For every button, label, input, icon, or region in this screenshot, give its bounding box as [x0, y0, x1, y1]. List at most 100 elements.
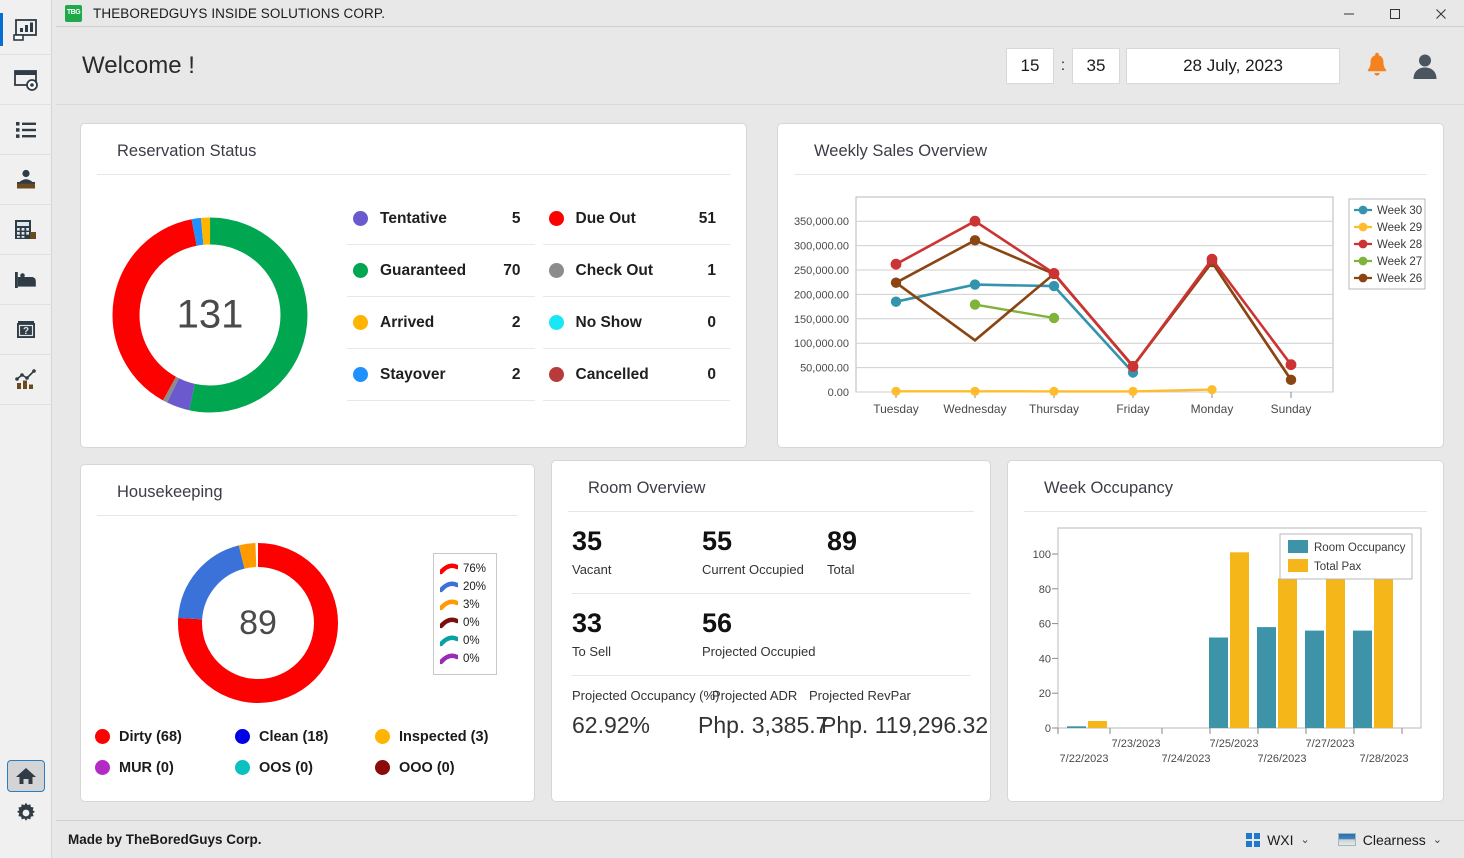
sidebar-bottom	[0, 760, 51, 858]
status-dot	[549, 263, 564, 278]
svg-text:?: ?	[23, 326, 29, 337]
sidebar-item-help[interactable]: ?	[0, 305, 52, 355]
home-button[interactable]	[7, 760, 45, 792]
bar-total-pax	[1088, 721, 1107, 728]
footer-label-projected-revpar: Projected RevPar	[809, 688, 911, 703]
hk-status-oos[interactable]: OOS (0)	[235, 752, 375, 783]
svg-text:7/27/2023: 7/27/2023	[1306, 738, 1355, 750]
legend-item-no-show[interactable]: No Show 0	[543, 297, 731, 349]
sidebar-item-calculator[interactable]	[0, 205, 52, 255]
arc-swatch-icon	[440, 653, 458, 665]
legend-item-due-out[interactable]: Due Out 51	[543, 193, 731, 245]
legend-label: Due Out	[576, 210, 636, 228]
bar-room-occupancy	[1067, 726, 1086, 728]
hk-status-dirty[interactable]: Dirty (68)	[95, 721, 235, 752]
dashboard-chart-icon	[13, 18, 39, 42]
analytics-icon	[13, 368, 39, 392]
status-bar-right: WXI ⌄ Clearness ⌄	[1246, 832, 1442, 848]
svg-text:Wednesday: Wednesday	[943, 402, 1006, 416]
hk-status-label: OOS (0)	[259, 760, 313, 776]
legend-label: Stayover	[380, 366, 445, 384]
legend-item-arrived[interactable]: Arrived 2	[347, 297, 535, 349]
arc-swatch-icon	[440, 635, 458, 647]
maximize-button[interactable]	[1372, 0, 1418, 27]
legend-value: 5	[512, 210, 521, 228]
footer-value-projected-occupancy: 62.92%	[572, 712, 650, 739]
hour-field[interactable]: 15	[1006, 48, 1054, 84]
minute-field[interactable]: 35	[1072, 48, 1120, 84]
dashboard-content: Reservation Status 131	[56, 105, 1464, 820]
hk-percent: 0%	[463, 617, 480, 629]
app-logo-icon: TBG	[65, 5, 82, 22]
sidebar-item-dashboard[interactable]	[0, 5, 52, 55]
sidebar-item-preview[interactable]	[0, 55, 52, 105]
legend-item-tentative[interactable]: Tentative 5	[347, 193, 535, 245]
svg-text:100,000.00: 100,000.00	[794, 338, 849, 350]
sidebar-item-rooms[interactable]	[0, 255, 52, 305]
hk-status-label: Inspected (3)	[399, 729, 488, 745]
svg-text:Monday: Monday	[1191, 402, 1234, 416]
hk-legend-row: 3%	[440, 596, 491, 614]
application-window: TBG THEBOREDGUYS INSIDE SOLUTIONS CORP.	[0, 0, 1464, 858]
legend-item-stayover[interactable]: Stayover 2	[347, 349, 535, 401]
notifications-button[interactable]	[1364, 52, 1390, 80]
hk-status-mur[interactable]: MUR (0)	[95, 752, 235, 783]
window-controls	[1326, 0, 1464, 26]
minimize-icon	[1343, 8, 1355, 20]
metric-value: 35	[572, 526, 702, 557]
housekeeping-status-legend: Dirty (68) Clean (18) Inspected (3)	[95, 721, 515, 783]
minimize-button[interactable]	[1326, 0, 1372, 27]
legend-item-guaranteed[interactable]: Guaranteed 70	[347, 245, 535, 297]
svg-text:150,000.00: 150,000.00	[794, 314, 849, 326]
sidebar-item-front-desk[interactable]	[0, 155, 52, 205]
sidebar-item-list[interactable]	[0, 105, 52, 155]
housekeeping-title: Housekeeping	[97, 465, 518, 516]
bar-total-pax	[1326, 578, 1345, 728]
gear-icon	[15, 802, 37, 824]
svg-text:Week 26: Week 26	[1377, 273, 1422, 285]
metric-label: To Sell	[572, 644, 702, 659]
close-button[interactable]	[1418, 0, 1464, 27]
hk-status-inspected[interactable]: Inspected (3)	[375, 721, 515, 752]
theme-pack-selector[interactable]: WXI ⌄	[1246, 832, 1310, 848]
bar-total-pax	[1278, 578, 1297, 728]
hk-status-ooo[interactable]: OOO (0)	[375, 752, 515, 783]
svg-text:0.00: 0.00	[828, 387, 849, 399]
x-axis-labels: Tuesday Wednesday Thursday Friday Monday…	[873, 402, 1311, 416]
svg-text:7/24/2023: 7/24/2023	[1162, 753, 1211, 765]
legend-value: 2	[512, 314, 521, 332]
date-field[interactable]: 28 July, 2023	[1126, 48, 1340, 84]
housekeeping-total: 89	[173, 538, 343, 708]
weekly-sales-title: Weekly Sales Overview	[794, 124, 1427, 175]
metric-total: 89 Total	[827, 526, 857, 577]
svg-text:20: 20	[1039, 688, 1051, 700]
legend-label: Check Out	[576, 262, 654, 280]
room-overview-row-2: 33 To Sell 56 Projected Occupied	[572, 594, 970, 676]
user-avatar[interactable]	[1410, 51, 1440, 81]
footer-values: 62.92% Php. 3,385.7 Php. 119,296.32	[572, 712, 970, 748]
status-dot	[549, 211, 564, 226]
legend-item-check-out[interactable]: Check Out 1	[543, 245, 731, 297]
reservation-status-body: 131 Tentative 5 Guaranteed 70	[81, 175, 746, 437]
metric-to-sell: 33 To Sell	[572, 608, 702, 659]
settings-button[interactable]	[7, 798, 45, 828]
svg-text:Room Occupancy: Room Occupancy	[1314, 542, 1406, 554]
hk-legend-row: 76%	[440, 560, 491, 578]
legend-item-cancelled[interactable]: Cancelled 0	[543, 349, 731, 401]
hk-status-label: Clean (18)	[259, 729, 328, 745]
legend-label: Guaranteed	[380, 262, 466, 280]
reservation-donut-chart: 131	[81, 193, 339, 437]
room-overview-footer: Projected Occupancy (%) Projected ADR Pr…	[572, 676, 970, 762]
legend-value: 51	[699, 210, 716, 228]
weekly-sales-legend: Week 30 Week 29 Week 28 Week 27	[1349, 199, 1425, 289]
app-logo-text: TBG	[67, 10, 80, 16]
hk-status-clean[interactable]: Clean (18)	[235, 721, 375, 752]
svg-text:Thursday: Thursday	[1029, 402, 1079, 416]
metric-label: Total	[827, 562, 857, 577]
theme-name-selector[interactable]: Clearness ⌄	[1338, 832, 1442, 848]
theme-swatch-icon	[1338, 833, 1356, 846]
sidebar-item-analytics[interactable]	[0, 355, 52, 405]
time-separator: :	[1054, 57, 1072, 75]
room-overview-row-1: 35 Vacant 55 Current Occupied 89 Total	[572, 512, 970, 594]
y-axis-labels: 0 20 40 60 80 100	[1033, 549, 1051, 735]
